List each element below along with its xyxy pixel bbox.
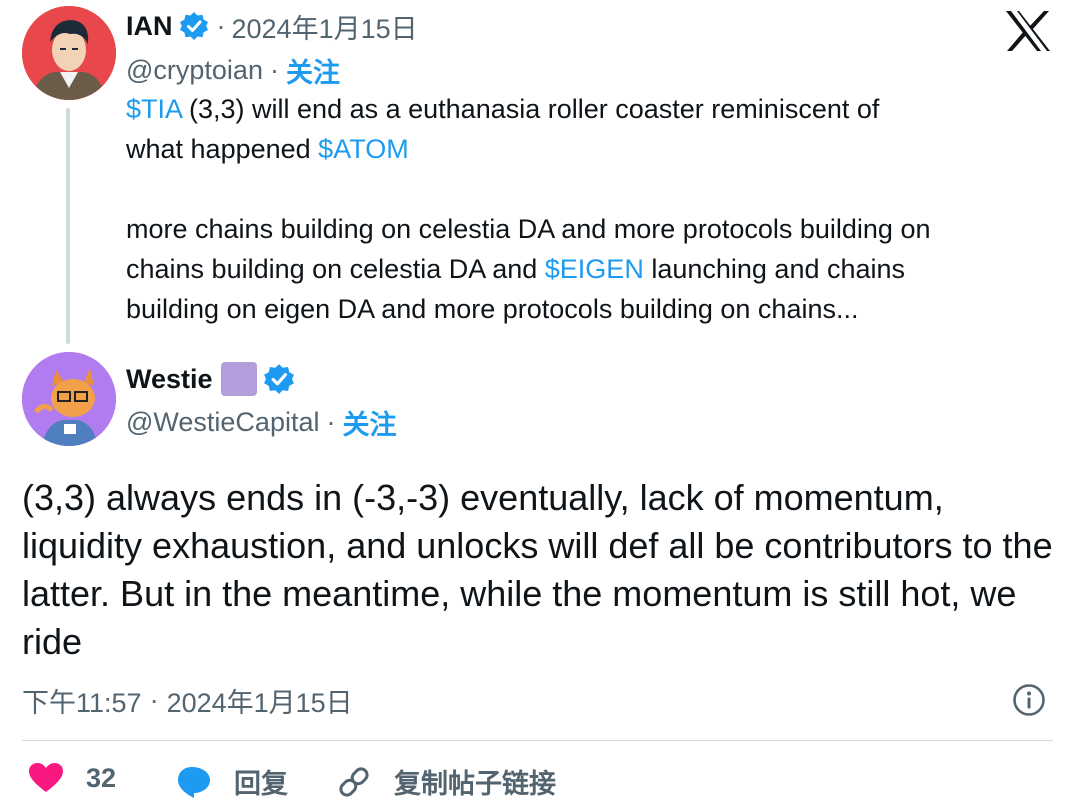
- cashtag-link[interactable]: $TIA: [126, 94, 182, 124]
- divider: [22, 740, 1053, 741]
- author-handle[interactable]: @cryptoian: [126, 55, 263, 86]
- tweet-time[interactable]: 下午11:57: [22, 681, 142, 720]
- author-name[interactable]: Westie: [126, 364, 213, 395]
- tweet-date[interactable]: 2024年1月15日: [167, 681, 353, 720]
- info-icon[interactable]: [1012, 683, 1046, 722]
- x-logo-icon[interactable]: [1004, 10, 1052, 52]
- cashtag-link[interactable]: $EIGEN: [545, 254, 644, 284]
- purple-square-icon: [220, 362, 257, 396]
- author-name[interactable]: IAN: [126, 11, 173, 42]
- avatar[interactable]: [22, 352, 116, 446]
- quoted-tweet-text: $TIA (3,3) will end as a euthanasia roll…: [126, 94, 931, 324]
- heart-icon: [28, 762, 64, 794]
- follow-button[interactable]: 关注: [342, 403, 396, 442]
- reply-button[interactable]: 回复: [176, 762, 288, 801]
- copy-link-label: 复制帖子链接: [394, 769, 556, 799]
- cashtag-link[interactable]: $ATOM: [318, 134, 409, 164]
- tweet-date[interactable]: 2024年1月15日: [232, 7, 418, 46]
- separator-dot: ·: [326, 406, 336, 437]
- verified-badge-icon: [263, 363, 295, 395]
- link-icon: [336, 764, 372, 800]
- verified-badge-icon: [179, 11, 209, 41]
- like-count: 32: [86, 762, 117, 793]
- separator-dot: ·: [149, 684, 159, 715]
- reply-label: 回复: [234, 769, 288, 799]
- reply-bubble-icon: [176, 765, 212, 799]
- tweet-text: (3,3) always ends in (-3,-3) eventually,…: [22, 477, 1053, 662]
- follow-button[interactable]: 关注: [286, 51, 340, 90]
- like-button[interactable]: 32: [28, 762, 116, 794]
- copy-link-button[interactable]: 复制帖子链接: [336, 762, 556, 801]
- avatar[interactable]: [22, 6, 116, 100]
- author-handle[interactable]: @WestieCapital: [126, 407, 319, 438]
- separator-dot: ·: [269, 54, 279, 85]
- separator-dot: ·: [216, 10, 226, 41]
- thread-line: [66, 108, 70, 344]
